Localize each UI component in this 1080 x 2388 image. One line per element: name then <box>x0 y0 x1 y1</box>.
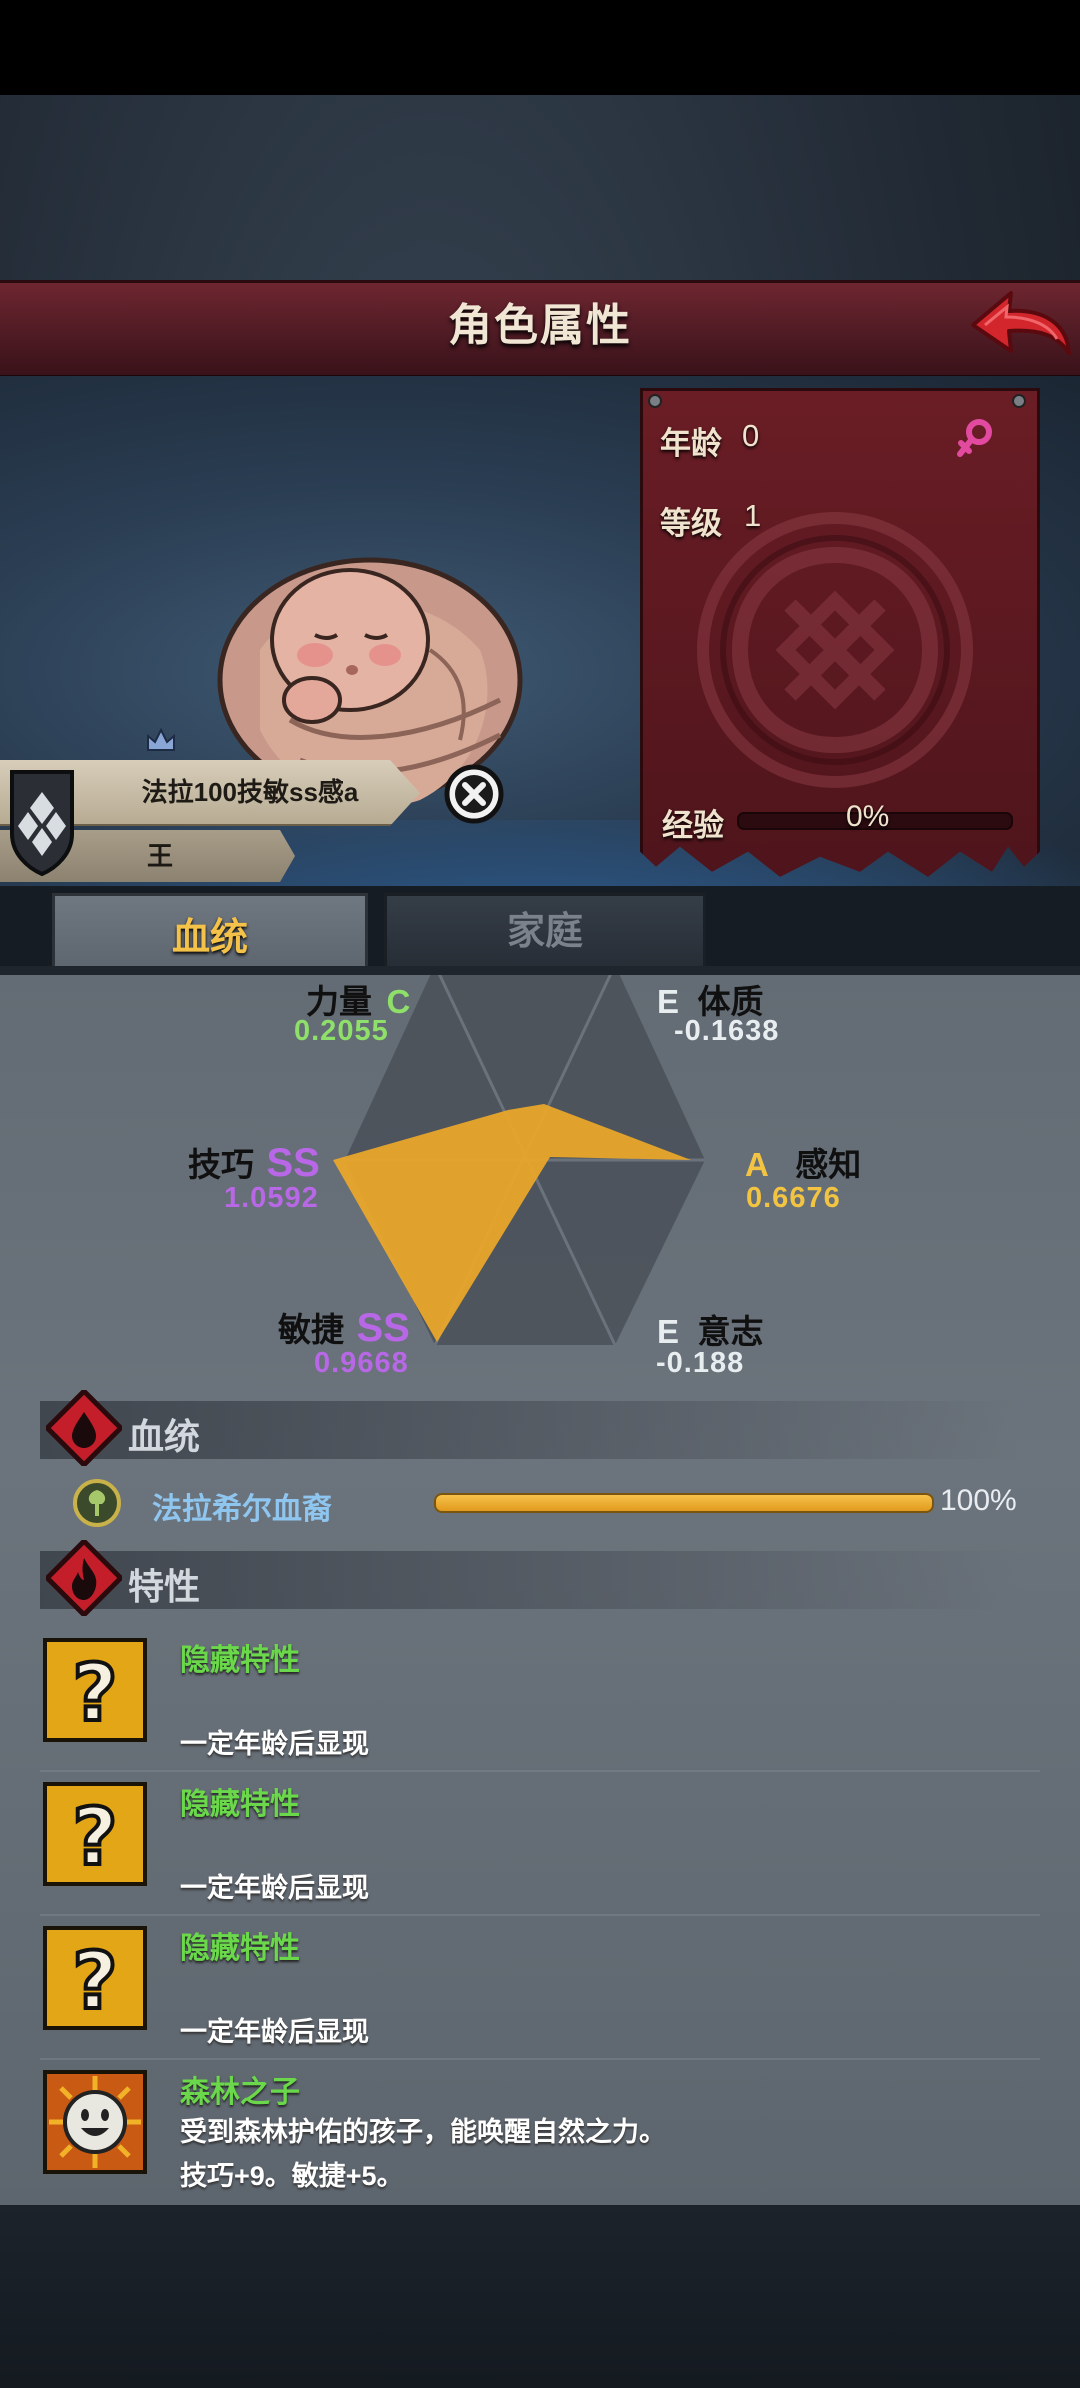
exp-value: 0% <box>846 800 890 833</box>
will-attribute: E 意志 <box>657 1305 763 1353</box>
level-label: 等级 <box>660 506 722 541</box>
trait-row[interactable]: ? 隐藏特性 一定年龄后显现 <box>40 1774 1040 1916</box>
will-value: -0.188 <box>656 1347 745 1379</box>
bloodline-entry-name: 法拉希尔血裔 <box>152 1493 332 1526</box>
family-crest-icon[interactable] <box>8 768 76 876</box>
perception-attribute: A 感知 <box>745 1138 861 1186</box>
question-icon: ? <box>43 1782 147 1886</box>
will-grade: E <box>657 1313 680 1350</box>
bloodline-section-title: 血统 <box>128 1416 201 1457</box>
svg-text:?: ? <box>72 1793 117 1883</box>
agility-value: 0.9668 <box>314 1347 409 1379</box>
back-arrow-icon <box>971 291 1071 355</box>
age-value: 0 <box>742 418 760 453</box>
remove-name-button[interactable] <box>444 764 504 824</box>
trait-row[interactable]: ? 隐藏特性 一定年龄后显现 <box>40 1630 1040 1772</box>
trait-effect: 技巧+9。敏捷+5。 <box>180 2161 404 2191</box>
character-name[interactable]: 法拉100技敏ss感a <box>90 760 410 824</box>
level-value: 1 <box>744 498 762 533</box>
skill-attribute: 技巧 SS <box>188 1138 320 1186</box>
smiley-sun-icon <box>43 2070 147 2174</box>
trait-name: 隐藏特性 <box>180 1932 300 1965</box>
strength-value: 0.2055 <box>294 1015 389 1047</box>
agility-name: 敏捷 <box>278 1311 344 1348</box>
skill-value: 1.0592 <box>224 1182 319 1214</box>
blood-drop-icon <box>46 1390 122 1466</box>
crown-icon <box>147 727 175 751</box>
character-title: 王 <box>146 841 173 871</box>
close-icon <box>444 764 504 824</box>
trait-description: 一定年龄后显现 <box>180 2017 369 2047</box>
female-gender-icon <box>957 419 992 457</box>
trait-name: 隐藏特性 <box>180 1644 300 1677</box>
status-bar <box>0 0 1080 95</box>
perception-value: 0.6676 <box>746 1182 841 1214</box>
tree-emblem-icon <box>73 1479 121 1527</box>
question-icon: ? <box>43 1638 147 1742</box>
bloodline-entry-percent: 100% <box>940 1484 1017 1517</box>
back-button[interactable] <box>965 283 1075 373</box>
bloodline-progress-bar <box>434 1493 934 1513</box>
skill-grade: SS <box>266 1141 320 1185</box>
tab-family[interactable]: 家庭 <box>384 893 706 977</box>
flame-icon <box>46 1540 122 1616</box>
trait-name: 森林之子 <box>180 2076 300 2109</box>
svg-text:?: ? <box>72 1649 117 1739</box>
svg-text:?: ? <box>72 1937 117 2027</box>
perception-grade: A <box>745 1146 769 1183</box>
trait-name: 隐藏特性 <box>180 1788 300 1821</box>
trait-row[interactable]: ? 隐藏特性 一定年龄后显现 <box>40 1918 1040 2060</box>
agility-grade: SS <box>356 1306 410 1350</box>
constitution-value: -0.1638 <box>674 1015 780 1047</box>
perception-name: 感知 <box>795 1146 862 1183</box>
traits-section-title: 特性 <box>128 1566 201 1607</box>
rivet-icon <box>1012 394 1026 408</box>
age-label: 年龄 <box>660 426 722 461</box>
celtic-knot-emblem <box>697 512 973 788</box>
question-icon: ? <box>43 1926 147 2030</box>
trait-description: 一定年龄后显现 <box>180 1729 369 1759</box>
trait-description: 受到森林护佑的孩子，能唤醒自然之力。 <box>180 2117 666 2147</box>
trait-description: 一定年龄后显现 <box>180 1873 369 1903</box>
will-name: 意志 <box>697 1313 764 1350</box>
rivet-icon <box>648 394 662 408</box>
trait-row[interactable]: 森林之子 受到森林护佑的孩子，能唤醒自然之力。 技巧+9。敏捷+5。 <box>40 2062 1040 2202</box>
exp-label: 经验 <box>662 808 724 843</box>
agility-attribute: 敏捷 SS <box>278 1303 410 1351</box>
strength-grade: C <box>386 983 411 1020</box>
tab-family-label: 家庭 <box>506 911 583 953</box>
page-title: 角色属性 <box>448 301 632 350</box>
bottom-background <box>0 2205 1080 2388</box>
skill-name: 技巧 <box>188 1146 254 1183</box>
